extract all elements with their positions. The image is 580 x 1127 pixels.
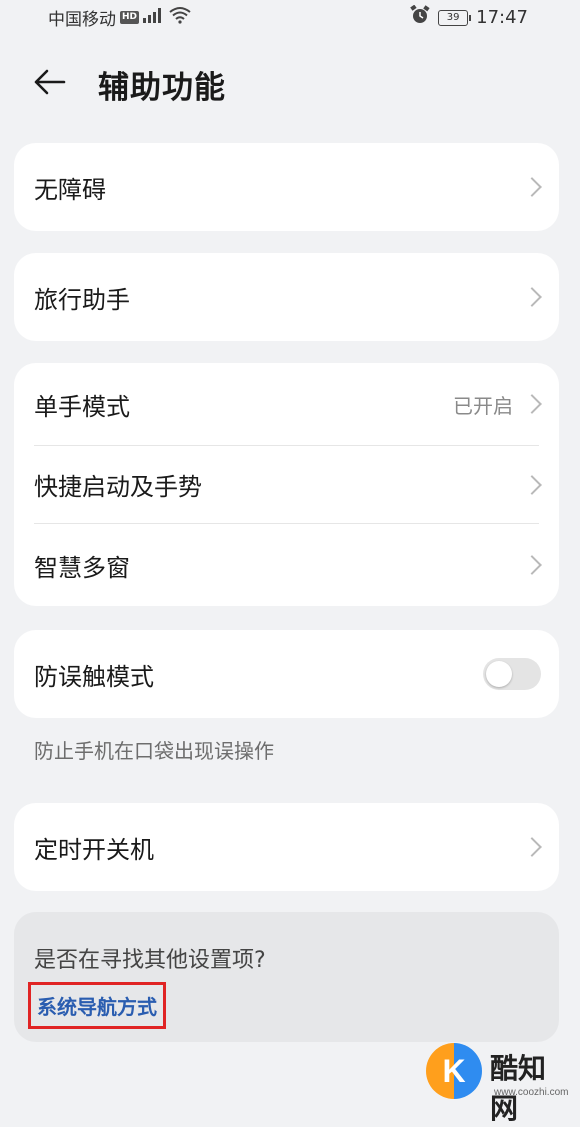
wifi-icon [169,6,191,29]
row-label: 快捷启动及手势 [34,473,202,501]
alarm-icon [410,4,430,30]
row-travel-assistant[interactable]: 旅行助手 [14,253,559,341]
chevron-right-icon [522,177,542,197]
row-scheduled-power[interactable]: 定时开关机 [14,803,559,891]
row-one-hand-mode[interactable]: 单手模式 已开启 [14,363,559,445]
chevron-right-icon [522,555,542,575]
row-label: 防误触模式 [34,662,154,691]
status-bar-right: 39 17:47 [410,4,528,30]
row-quick-launch-gestures[interactable]: 快捷启动及手势 [14,446,559,523]
row-pocket-mode: 防误触模式 [14,630,559,718]
toggle-knob [486,661,512,687]
suggestion-box: 是否在寻找其他设置项? 系统导航方式 [14,912,559,1042]
row-label: 智慧多窗 [34,553,130,582]
row-smart-multi-window[interactable]: 智慧多窗 [14,524,559,606]
chevron-right-icon [522,837,542,857]
status-bar-left: 中国移动 HD [48,5,191,30]
battery-icon: 39 [438,9,472,26]
clock: 17:47 [476,7,528,28]
row-label: 单手模式 [34,392,130,421]
carrier-name: 中国移动 [48,10,116,30]
settings-card-accessibility: 无障碍 [14,143,559,231]
status-bar: 中国移动 HD 39 17:47 [0,0,580,34]
row-label: 定时开关机 [34,835,154,864]
chevron-right-icon [522,394,542,414]
pocket-mode-hint: 防止手机在口袋出现误操作 [34,739,274,763]
watermark: K 酷知网 www.coozhi.com [418,1031,569,1125]
suggestion-question: 是否在寻找其他设置项? [34,948,266,973]
system-navigation-link[interactable]: 系统导航方式 [28,982,166,1029]
settings-card-gestures: 单手模式 已开启 快捷启动及手势 智慧多窗 [14,363,559,606]
watermark-url: www.coozhi.com [494,1087,569,1098]
pocket-mode-toggle[interactable] [483,658,541,690]
settings-card-pocket-mode: 防误触模式 [14,630,559,718]
back-arrow-icon [34,69,66,95]
chevron-right-icon [522,287,542,307]
row-accessibility[interactable]: 无障碍 [14,143,559,231]
chevron-right-icon [522,474,542,495]
page-header: 辅助功能 [0,50,580,114]
row-label: 旅行助手 [34,285,130,314]
status-value: 已开启 [453,393,513,418]
back-button[interactable] [32,64,72,100]
row-label: 无障碍 [34,175,106,204]
settings-card-travel: 旅行助手 [14,253,559,341]
watermark-logo: K [426,1043,482,1099]
hd-icon: HD [120,11,140,24]
page-title: 辅助功能 [98,70,226,106]
settings-card-scheduled-power: 定时开关机 [14,803,559,891]
signal-icon [143,7,165,28]
